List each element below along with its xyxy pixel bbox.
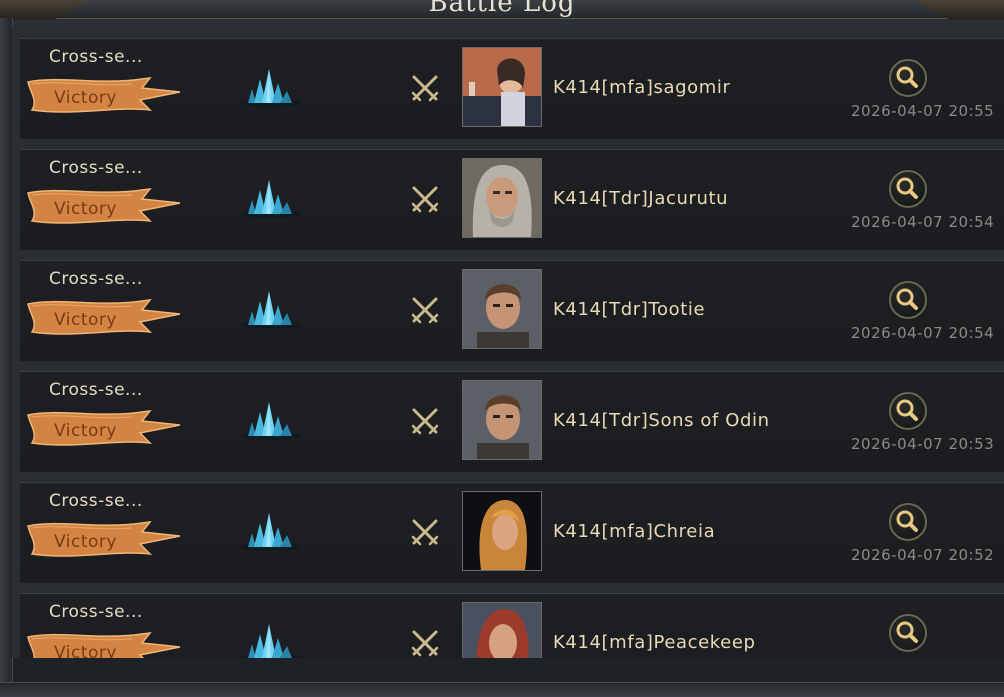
crossed-swords-icon [411, 186, 439, 213]
magnifier-icon [896, 288, 918, 310]
battle-result-label: Victory [54, 88, 117, 108]
crossed-swords-icon [411, 75, 439, 102]
view-detail-button[interactable] [889, 614, 927, 652]
player-avatar[interactable] [462, 602, 542, 658]
battle-mode-label: Cross-se... [49, 491, 143, 511]
player-name[interactable]: K414[Tdr]Sons of Odin [553, 410, 770, 431]
battle-result-label: Victory [54, 643, 117, 658]
view-detail-button[interactable] [889, 503, 927, 541]
crossed-swords-icon [411, 408, 439, 435]
avatar-young-man-image [463, 270, 541, 348]
player-avatar[interactable] [462, 380, 542, 460]
battle-timestamp: 2026-04-07 20:53 [851, 435, 995, 453]
magnifier-icon [896, 510, 918, 532]
battle-mode-label: Cross-se... [49, 47, 143, 67]
avatar-young-man-image [463, 381, 541, 459]
player-avatar[interactable] [462, 158, 542, 238]
magnifier-icon [896, 621, 918, 643]
crossed-swords-icon [411, 519, 439, 546]
player-avatar[interactable] [462, 491, 542, 571]
battle-result-label: Victory [54, 310, 117, 330]
battle-log-list[interactable]: Cross-se... Victory K414[mfa]sagomir 202… [12, 28, 1004, 658]
battle-log-row[interactable]: Cross-se... Victory K414[mfa]sagomir 202… [20, 38, 1004, 139]
player-name[interactable]: K414[mfa]Peacekeep [553, 632, 756, 653]
player-name[interactable]: K414[mfa]sagomir [553, 77, 731, 98]
player-name[interactable]: K414[Tdr]Tootie [553, 299, 705, 320]
battle-timestamp: 2026-04-07 20:52 [851, 546, 995, 564]
battle-log-row[interactable]: Cross-se... Victory K414[mfa]Chreia 2026… [20, 482, 1004, 583]
battle-mode-label: Cross-se... [49, 269, 143, 289]
magnifier-icon [896, 399, 918, 421]
battle-timestamp: 2026-04-07 20:55 [851, 102, 995, 120]
player-avatar[interactable] [462, 47, 542, 127]
battle-timestamp: 2026-04-07 20:54 [851, 324, 995, 342]
battle-log-row[interactable]: Cross-se... Victory K414[Tdr]Jacurutu 20… [20, 149, 1004, 250]
magnifier-icon [896, 66, 918, 88]
view-detail-button[interactable] [889, 59, 927, 97]
battle-log-window: Battle Log Cross-se... Victory K414[mfa]… [0, 0, 1004, 697]
crystal-icon [241, 69, 301, 107]
view-detail-button[interactable] [889, 281, 927, 319]
avatar-blonde-woman-image [463, 492, 541, 570]
view-detail-button[interactable] [889, 170, 927, 208]
battle-log-row[interactable]: Cross-se... Victory K414[mfa]Peacekeep [20, 593, 1004, 658]
view-detail-button[interactable] [889, 392, 927, 430]
player-avatar[interactable] [462, 269, 542, 349]
battle-log-row[interactable]: Cross-se... Victory K414[Tdr]Sons of Odi… [20, 371, 1004, 472]
battle-result-label: Victory [54, 421, 117, 441]
battle-result-label: Victory [54, 199, 117, 219]
player-name[interactable]: K414[mfa]Chreia [553, 521, 715, 542]
window-title: Battle Log [428, 0, 576, 18]
crystal-icon [241, 624, 301, 658]
battle-mode-label: Cross-se... [49, 602, 143, 622]
magnifier-icon [896, 177, 918, 199]
battle-log-row[interactable]: Cross-se... Victory K414[Tdr]Tootie 2026… [20, 260, 1004, 361]
avatar-red-haired-woman-image [463, 603, 541, 658]
player-name[interactable]: K414[Tdr]Jacurutu [553, 188, 728, 209]
battle-timestamp: 2026-04-07 20:54 [851, 213, 995, 231]
crystal-icon [241, 402, 301, 440]
avatar-grey-haired-warrior-image [463, 159, 541, 237]
crossed-swords-icon [411, 297, 439, 324]
battle-result-label: Victory [54, 532, 117, 552]
crystal-icon [241, 291, 301, 329]
battle-mode-label: Cross-se... [49, 380, 143, 400]
avatar-woman-photo-image [463, 48, 541, 126]
crystal-icon [241, 180, 301, 218]
frame-bottom-border [0, 682, 1004, 697]
battle-mode-label: Cross-se... [49, 158, 143, 178]
crystal-icon [241, 513, 301, 551]
crossed-swords-icon [411, 630, 439, 657]
